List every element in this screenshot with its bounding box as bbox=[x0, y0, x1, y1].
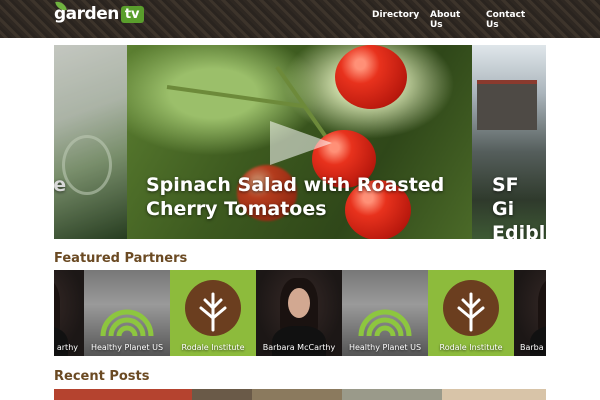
recent-post-thumb[interactable] bbox=[342, 389, 442, 400]
nav-contact-us[interactable]: Contact Us bbox=[486, 10, 536, 30]
recent-post-thumb[interactable] bbox=[192, 389, 252, 400]
site-header: garden tv Directory About Us Contact Us bbox=[0, 0, 600, 38]
slide-title: SF Gi Edibl bbox=[492, 174, 546, 239]
partner-label: Healthy Planet US bbox=[90, 343, 164, 352]
logo-tv-badge: tv bbox=[120, 5, 144, 23]
nav-directory[interactable]: Directory bbox=[372, 10, 422, 20]
partners-carousel: arthy Healthy Planet US Rodale Institute… bbox=[54, 270, 546, 356]
partner-label: arthy bbox=[56, 343, 78, 352]
recent-post-thumb[interactable] bbox=[252, 389, 342, 400]
partner-label: Rodale Institute bbox=[439, 343, 503, 352]
partner-photo bbox=[288, 288, 310, 318]
partner-tile[interactable]: Healthy Planet US bbox=[84, 270, 170, 356]
partner-tile[interactable]: arthy bbox=[54, 270, 84, 356]
slide-title: ce bbox=[54, 174, 67, 196]
recent-post-thumb[interactable] bbox=[54, 389, 192, 400]
slide-image bbox=[477, 80, 537, 130]
carousel-slide-current[interactable]: Spinach Salad with Roasted Cherry Tomato… bbox=[127, 45, 472, 239]
recent-posts-strip bbox=[54, 389, 546, 400]
rodale-tree-logo-icon bbox=[185, 280, 241, 336]
video-carousel: ce Spinach Salad with Roasted Cherry Tom… bbox=[54, 45, 546, 239]
recent-posts-heading: Recent Posts bbox=[54, 369, 150, 384]
tomato-image bbox=[335, 45, 407, 109]
slide-image bbox=[62, 135, 112, 195]
partner-label: Barbara McCarthy bbox=[262, 343, 336, 352]
slide-title[interactable]: Spinach Salad with Roasted Cherry Tomato… bbox=[146, 173, 466, 221]
partner-tile[interactable]: Rodale Institute bbox=[428, 270, 514, 356]
partner-tile[interactable]: Barbara McCarthy bbox=[256, 270, 342, 356]
healthy-planet-logo-icon bbox=[358, 309, 412, 337]
partner-tile[interactable]: Healthy Planet US bbox=[342, 270, 428, 356]
rodale-tree-logo-icon bbox=[443, 280, 499, 336]
play-icon[interactable] bbox=[266, 119, 334, 167]
carousel-slide-next[interactable]: SF Gi Edibl bbox=[472, 45, 546, 239]
nav-about-us[interactable]: About Us bbox=[430, 10, 470, 30]
recent-post-thumb[interactable] bbox=[442, 389, 546, 400]
partner-label: Barba bbox=[520, 343, 544, 352]
healthy-planet-logo-icon bbox=[100, 309, 154, 337]
partner-tile[interactable]: Barba bbox=[514, 270, 546, 356]
carousel-slide-prev[interactable]: ce bbox=[54, 45, 127, 239]
partner-label: Rodale Institute bbox=[181, 343, 245, 352]
featured-partners-heading: Featured Partners bbox=[54, 251, 188, 266]
partner-tile[interactable]: Rodale Institute bbox=[170, 270, 256, 356]
partner-label: Healthy Planet US bbox=[348, 343, 422, 352]
stem-decoration bbox=[166, 85, 306, 109]
gardentv-logo[interactable]: garden tv bbox=[54, 0, 144, 24]
